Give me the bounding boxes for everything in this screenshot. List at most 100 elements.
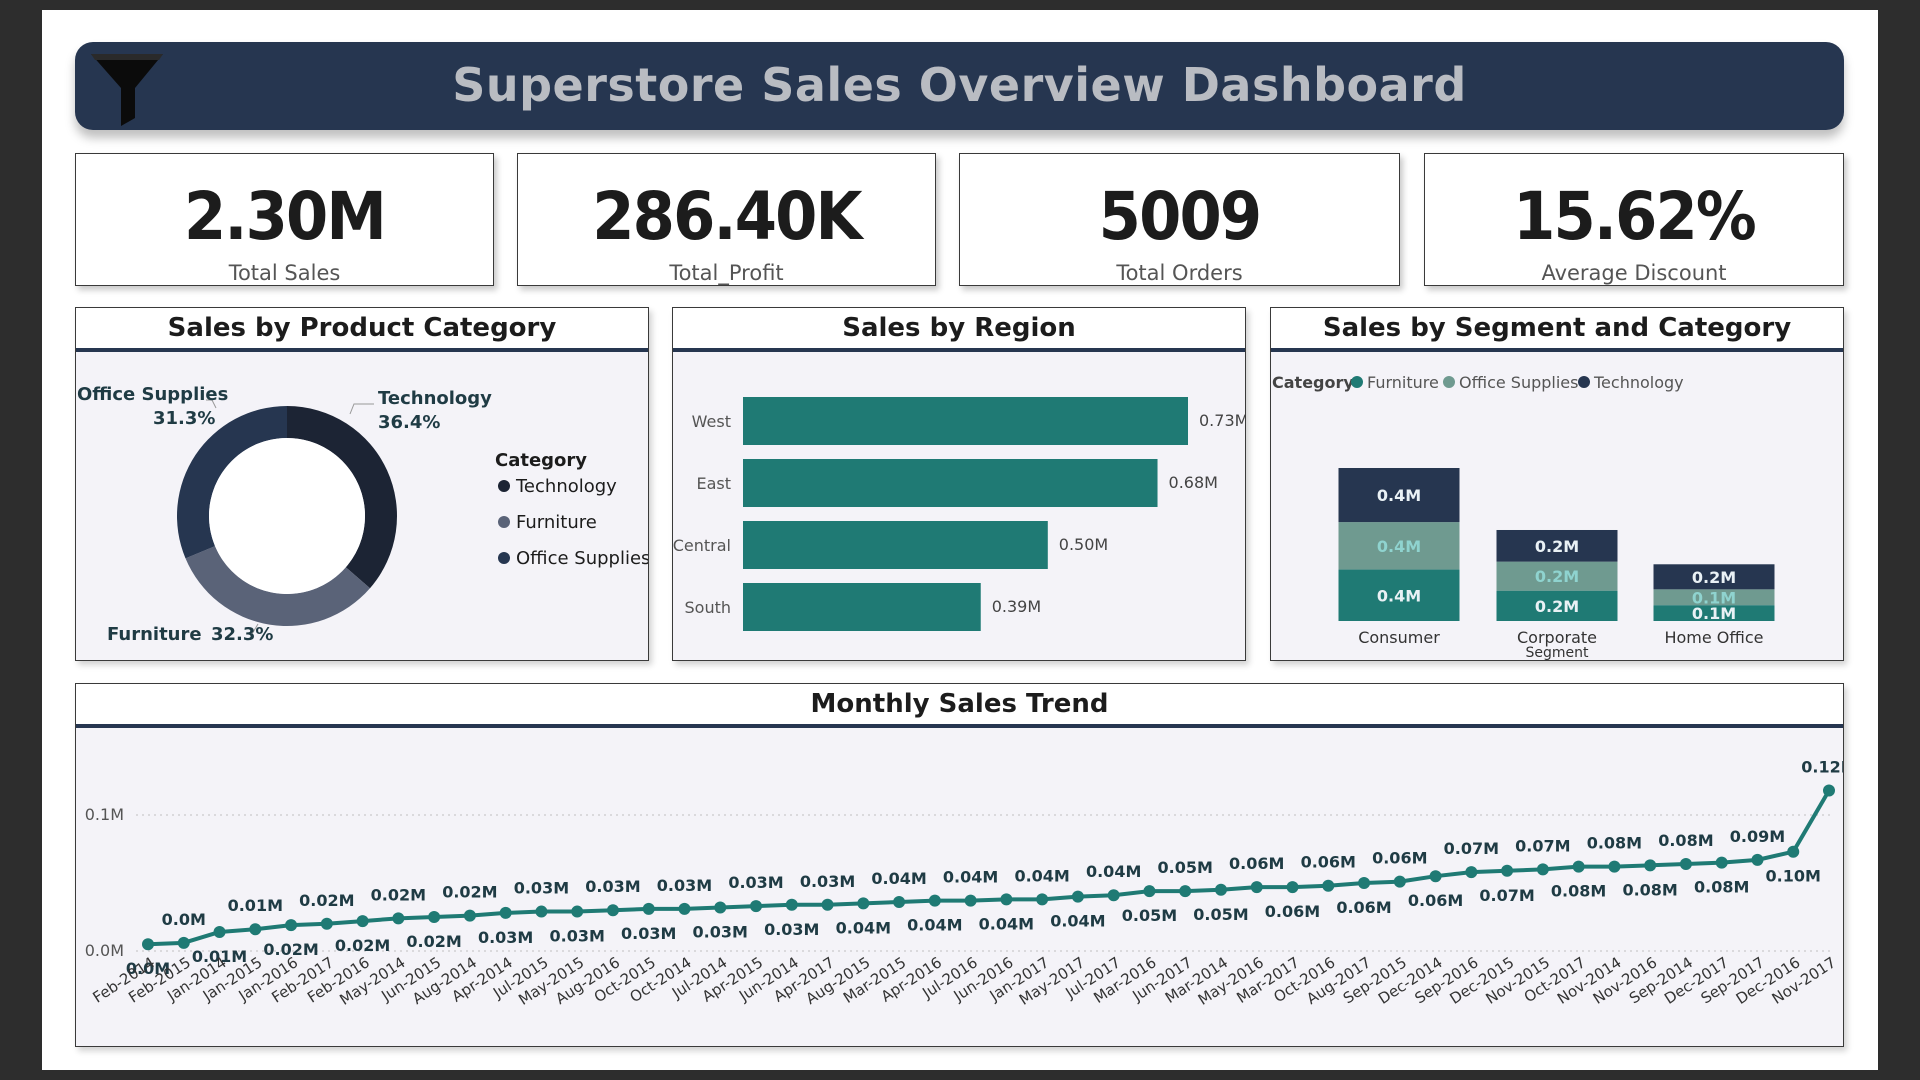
leader-line <box>349 403 374 415</box>
slice-label-pct: 32.3% <box>211 624 273 645</box>
kpi-label: Total Sales <box>228 261 341 285</box>
panel-sales-by-category: Technology 36.4% Furniture 32.3% Office Supp… <box>75 307 649 661</box>
region-bar-label: 0.39M <box>992 597 1041 616</box>
trend-point <box>1358 877 1371 889</box>
segment-bar-label: 0.2M <box>1535 597 1579 616</box>
trend-point <box>1751 853 1764 866</box>
trend-point <box>535 905 548 918</box>
panel-title: Monthly Sales Trend <box>76 684 1843 728</box>
segment-bar-label: 0.4M <box>1377 586 1421 605</box>
trend-point <box>1000 893 1013 906</box>
trend-point <box>463 909 476 922</box>
trend-point <box>285 919 298 932</box>
region-bar-label: 0.50M <box>1059 535 1108 554</box>
trend-point-label: 0.04M <box>1086 862 1141 881</box>
trend-point-label: 0.04M <box>836 918 891 937</box>
legend-title: Category <box>495 450 587 471</box>
panel-sales-by-segment: Category Furniture Office Supplies Technolo… <box>1270 307 1844 661</box>
segment-axis-title: Segment <box>1526 645 1590 661</box>
trend-point-label: 0.04M <box>979 914 1034 933</box>
legend-marker <box>1351 376 1363 388</box>
legend-item: Office Supplies <box>1459 373 1578 392</box>
dashboard-page: Superstore Sales Overview Dashboard 2.30… <box>42 10 1878 1070</box>
trend-point <box>1501 864 1514 877</box>
trend-point <box>1393 875 1406 888</box>
legend-item: Furniture <box>1367 373 1439 392</box>
legend-marker <box>498 516 510 528</box>
trend-point <box>213 925 226 938</box>
legend-marker <box>1578 376 1590 388</box>
trend-point <box>1107 889 1120 902</box>
kpi-card-total-profit: 286.40K Total_Profit <box>517 153 936 286</box>
trend-point-label: 0.08M <box>1694 878 1749 897</box>
trend-point <box>1679 857 1692 870</box>
trend-point <box>928 894 941 907</box>
trend-point-label: 0.09M <box>1730 827 1785 846</box>
trend-point <box>249 923 262 936</box>
kpi-value: 2.30M <box>183 178 387 255</box>
trend-point <box>1429 870 1442 883</box>
trend-point-label: 0.07M <box>1444 839 1499 858</box>
slice-label-name: Furniture <box>107 624 202 645</box>
trend-point <box>1823 784 1835 797</box>
kpi-card-total-sales: 2.30M Total Sales <box>75 153 494 286</box>
slice-label-name: Technology <box>378 388 492 409</box>
segment-bar-label: 0.2M <box>1535 537 1579 556</box>
trend-point-label: 0.02M <box>371 885 426 904</box>
slice-label-pct: 36.4% <box>378 412 440 433</box>
trend-point-label: 0.05M <box>1193 905 1248 924</box>
kpi-value: 5009 <box>1098 178 1262 255</box>
trend-point <box>1250 881 1263 894</box>
legend-marker <box>1443 376 1455 388</box>
trend-point-label: 0.07M <box>1515 836 1570 855</box>
trend-point <box>678 902 691 915</box>
dashboard-title: Superstore Sales Overview Dashboard <box>452 58 1467 112</box>
trend-point <box>320 917 333 930</box>
monthly-trend-line-chart: 0.0M0.1M0.0MFeb-20140.0MFeb-20150.01MJan… <box>85 758 1843 1009</box>
segment-bar-label: 0.2M <box>1535 567 1579 586</box>
region-bar <box>743 583 981 631</box>
trend-point-label: 0.03M <box>478 928 533 947</box>
region-bar-chart: West 0.73M East 0.68M Central 0.50M South 0.39M <box>673 397 1246 631</box>
segment-bar-label: 0.1M <box>1692 588 1736 607</box>
region-bar-label: 0.73M <box>1199 411 1246 430</box>
trend-point-label: 0.04M <box>871 869 926 888</box>
y-tick-label: 0.0M <box>85 941 124 960</box>
trend-point <box>750 900 763 913</box>
trend-point-label: 0.03M <box>764 920 819 939</box>
segment-bar-label: 0.4M <box>1377 537 1421 556</box>
segment-bar-label: 0.4M <box>1377 486 1421 505</box>
trend-point <box>356 915 369 928</box>
trend-point-label: 0.08M <box>1622 880 1677 899</box>
trend-point <box>893 896 906 909</box>
trend-point-label: 0.02M <box>442 883 497 902</box>
trend-point-label: 0.03M <box>800 872 855 891</box>
trend-point <box>821 898 834 911</box>
trend-point <box>1286 881 1299 894</box>
trend-point-label: 0.03M <box>514 879 569 898</box>
trend-point-label: 0.03M <box>728 873 783 892</box>
dashboard-header: Superstore Sales Overview Dashboard <box>75 42 1844 130</box>
trend-point-label: 0.06M <box>1265 902 1320 921</box>
legend-marker <box>498 480 510 492</box>
legend-item: Office Supplies <box>516 548 649 569</box>
kpi-label: Average Discount <box>1541 261 1727 285</box>
region-bar <box>743 397 1188 445</box>
trend-point-label: 0.05M <box>1122 906 1177 925</box>
kpi-label: Total_Profit <box>669 261 784 285</box>
trend-point-label: 0.06M <box>1372 849 1427 868</box>
trend-point-label: 0.04M <box>1050 912 1105 931</box>
panel-title: Sales by Region <box>673 308 1245 352</box>
trend-point-label: 0.06M <box>1408 891 1463 910</box>
kpi-card-total-orders: 5009 Total Orders <box>959 153 1400 286</box>
trend-point <box>392 912 405 925</box>
legend-title: Category <box>1272 373 1354 392</box>
kpi-value: 15.62% <box>1513 178 1757 255</box>
donut-chart: Technology 36.4% Furniture 32.3% Office Supp… <box>77 384 649 645</box>
trend-point <box>1715 856 1728 869</box>
trend-point <box>177 936 190 949</box>
trend-point-label: 0.06M <box>1229 854 1284 873</box>
trend-point <box>1214 883 1227 896</box>
trend-point <box>1787 845 1800 858</box>
trend-point <box>964 894 977 907</box>
